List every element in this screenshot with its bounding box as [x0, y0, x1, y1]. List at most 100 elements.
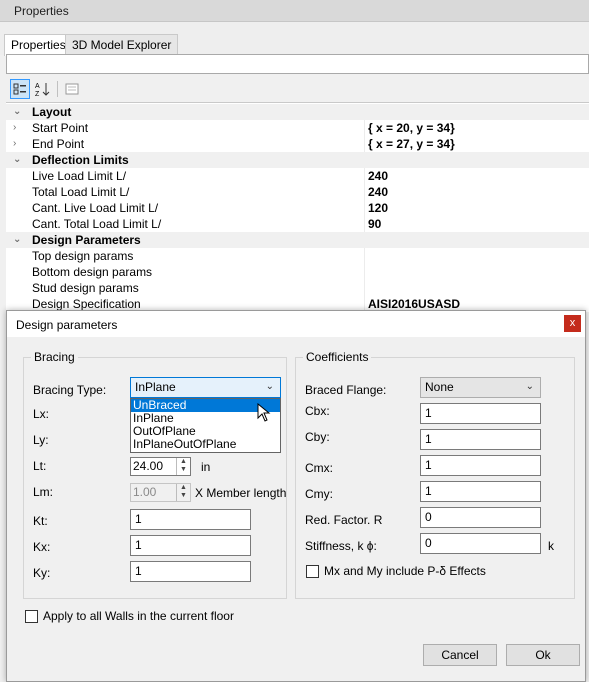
category-layout[interactable]: ⌄ Layout: [6, 104, 589, 120]
dialog-titlebar: Design parameters x: [7, 311, 585, 337]
row-total-load-limit[interactable]: Total Load Limit L/ 240: [6, 184, 589, 200]
row-top-design-params[interactable]: Top design params: [6, 248, 589, 264]
property-value[interactable]: { x = 27, y = 34}: [368, 137, 455, 151]
toolbar-divider: [57, 81, 58, 97]
property-name: Total Load Limit L/: [32, 185, 130, 199]
column-divider: [364, 184, 365, 200]
bracing-group-title: Bracing: [31, 350, 78, 364]
braced-flange-select[interactable]: None ⌄: [420, 377, 541, 398]
stiffness-unit: k: [548, 539, 554, 553]
property-name: End Point: [32, 137, 85, 151]
alphabetical-view-button[interactable]: AZ: [32, 79, 52, 99]
column-divider: [364, 216, 365, 232]
tab-properties[interactable]: Properties: [4, 34, 73, 56]
categorized-view-button[interactable]: [10, 79, 30, 99]
cbx-input[interactable]: 1: [420, 403, 541, 424]
property-value[interactable]: 240: [368, 185, 388, 199]
row-start-point[interactable]: › Start Point { x = 20, y = 34}: [6, 120, 589, 136]
row-live-load-limit[interactable]: Live Load Limit L/ 240: [6, 168, 589, 184]
spin-down-icon[interactable]: ▼: [177, 466, 190, 474]
property-value[interactable]: 240: [368, 169, 388, 183]
collapse-chevron-icon[interactable]: ⌄: [13, 154, 21, 165]
property-name: Live Load Limit L/: [32, 169, 127, 183]
cancel-button[interactable]: Cancel: [423, 644, 497, 666]
column-divider: [364, 120, 365, 136]
row-cant-live-load-limit[interactable]: Cant. Live Load Limit L/ 120: [6, 200, 589, 216]
ky-input[interactable]: 1: [130, 561, 251, 582]
cmy-input[interactable]: 1: [420, 481, 541, 502]
column-divider: [364, 280, 365, 296]
column-divider: [364, 200, 365, 216]
property-value[interactable]: 90: [368, 217, 381, 231]
lm-label: Lm:: [33, 485, 54, 499]
spin-down-icon[interactable]: ▼: [177, 492, 190, 500]
collapse-chevron-icon[interactable]: ⌄: [13, 234, 21, 245]
property-pages-button[interactable]: [62, 79, 82, 99]
kx-label: Kx:: [33, 540, 51, 554]
category-label: Deflection Limits: [32, 153, 129, 167]
category-label: Layout: [32, 105, 72, 119]
lm-value: 1.00: [133, 485, 157, 499]
lt-stepper[interactable]: ▲ ▼: [176, 458, 190, 475]
cmy-label: Cmy:: [305, 487, 333, 501]
property-name: Start Point: [32, 121, 89, 135]
svg-text:Z: Z: [35, 91, 40, 97]
grid-toolbar: AZ: [6, 77, 589, 101]
lm-stepper[interactable]: ▲ ▼: [176, 484, 190, 501]
row-bottom-design-params[interactable]: Bottom design params: [6, 264, 589, 280]
property-pages-icon: [65, 83, 79, 95]
cbx-label: Cbx:: [305, 404, 330, 418]
apply-all-checkbox[interactable]: [25, 610, 38, 623]
spin-up-icon[interactable]: ▲: [177, 484, 190, 492]
category-label: Design Parameters: [32, 233, 141, 247]
property-value[interactable]: 120: [368, 201, 388, 215]
option-inplaneoutofplane[interactable]: InPlaneOutOfPlane: [131, 438, 280, 451]
stiffness-input[interactable]: 0: [420, 533, 541, 554]
property-name: Top design params: [32, 249, 134, 263]
property-value[interactable]: AISI2016USASD: [368, 297, 460, 311]
lt-input[interactable]: 24.00 ▲ ▼: [130, 457, 191, 476]
lm-input[interactable]: 1.00 ▲ ▼: [130, 483, 191, 502]
row-end-point[interactable]: › End Point { x = 27, y = 34}: [6, 136, 589, 152]
pdelta-checkbox[interactable]: [306, 565, 319, 578]
braced-flange-label: Braced Flange:: [305, 383, 387, 397]
column-divider: [364, 136, 365, 152]
tab-3d-model-explorer[interactable]: 3D Model Explorer: [65, 34, 179, 55]
kt-input[interactable]: 1: [130, 509, 251, 530]
column-divider: [364, 168, 365, 184]
mouse-cursor-icon: [257, 403, 271, 422]
kx-input[interactable]: 1: [130, 535, 251, 556]
tab-strip: Properties 3D Model Explorer: [0, 22, 589, 56]
cby-input[interactable]: 1: [420, 429, 541, 450]
bracing-type-label: Bracing Type:: [33, 383, 107, 397]
property-grid: ⌄ Layout › Start Point { x = 20, y = 34}…: [6, 102, 589, 312]
bracing-type-value: InPlane: [135, 380, 176, 394]
property-value[interactable]: { x = 20, y = 34}: [368, 121, 455, 135]
red-factor-input[interactable]: 0: [420, 507, 541, 528]
close-button[interactable]: x: [564, 315, 581, 332]
ok-button[interactable]: Ok: [506, 644, 580, 666]
expand-chevron-icon[interactable]: ›: [13, 122, 16, 133]
coefficients-group-title: Coefficients: [303, 350, 372, 364]
lx-label: Lx:: [33, 407, 50, 421]
kt-label: Kt:: [33, 514, 48, 528]
row-stud-design-params[interactable]: Stud design params: [6, 280, 589, 296]
expand-chevron-icon[interactable]: ›: [13, 138, 16, 149]
lm-unit: X Member length: [195, 486, 287, 500]
cmx-input[interactable]: 1: [420, 455, 541, 476]
row-cant-total-load-limit[interactable]: Cant. Total Load Limit L/ 90: [6, 216, 589, 232]
apply-all-label: Apply to all Walls in the current floor: [43, 609, 234, 623]
chevron-down-icon: ⌄: [525, 381, 534, 392]
chevron-down-icon: ⌄: [265, 381, 274, 392]
lt-label: Lt:: [33, 459, 47, 473]
category-deflection-limits[interactable]: ⌄ Deflection Limits: [6, 152, 589, 168]
panel-title: Properties: [0, 0, 589, 22]
spin-up-icon[interactable]: ▲: [177, 458, 190, 466]
categorized-icon: [13, 83, 26, 95]
bracing-type-select[interactable]: InPlane ⌄: [130, 377, 281, 398]
property-name: Cant. Live Load Limit L/: [32, 201, 159, 215]
category-design-parameters[interactable]: ⌄ Design Parameters: [6, 232, 589, 248]
collapse-chevron-icon[interactable]: ⌄: [13, 106, 21, 117]
property-search-input[interactable]: [6, 54, 589, 74]
lt-value: 24.00: [133, 459, 164, 473]
